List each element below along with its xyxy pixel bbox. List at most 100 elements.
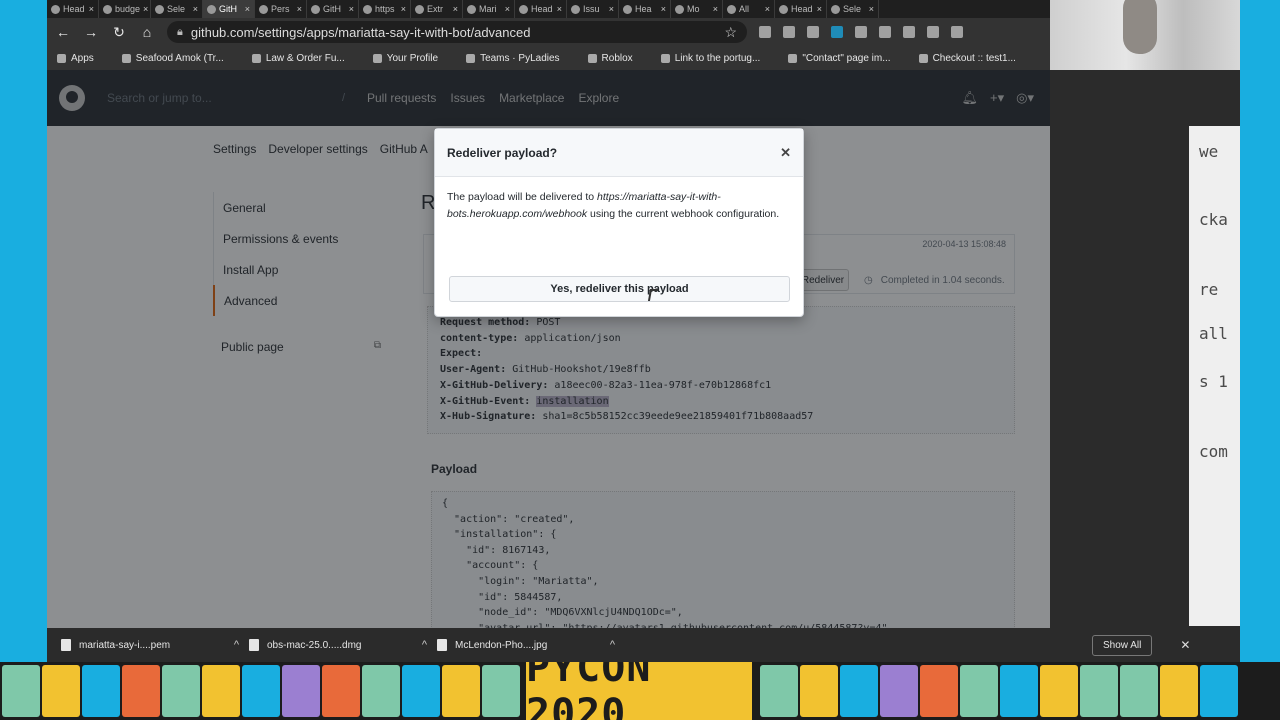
tab-label: https [375, 4, 395, 14]
browser-tab[interactable]: Pers × [255, 0, 307, 18]
bookmark-item[interactable]: Your Profile [372, 53, 438, 64]
close-icon[interactable]: × [349, 4, 354, 14]
download-filename: mariatta-say-i....pem [79, 639, 171, 651]
close-icon[interactable]: × [505, 4, 510, 14]
close-icon[interactable]: × [245, 4, 250, 14]
download-item[interactable]: mariatta-say-i....pem ^ [61, 639, 249, 651]
extension-icon[interactable] [807, 26, 819, 38]
favicon-icon [259, 4, 268, 14]
bookmark-label: "Contact" page im... [802, 52, 891, 64]
close-icon[interactable]: × [609, 4, 614, 14]
close-icon[interactable]: × [297, 4, 302, 14]
close-icon[interactable]: × [193, 4, 198, 14]
close-icon[interactable]: ✕ [1180, 638, 1190, 652]
bookmark-label: Seafood Amok (Tr... [135, 52, 224, 64]
browser-tab[interactable]: GitH × [203, 0, 255, 18]
bookmark-item[interactable]: Teams · PyLadies [466, 53, 560, 64]
browser-tab[interactable]: Head × [515, 0, 567, 18]
extension-icon[interactable] [855, 26, 867, 38]
browser-tab[interactable]: Issu × [567, 0, 619, 18]
browser-tab[interactable]: Hea × [619, 0, 671, 18]
browser-tab[interactable]: All × [723, 0, 775, 18]
favicon-icon [571, 4, 580, 14]
browser-tab[interactable]: Sele × [151, 0, 203, 18]
extension-icon[interactable] [927, 26, 939, 38]
banner-pattern-tile [920, 665, 958, 717]
browser-tab[interactable]: Mo × [671, 0, 723, 18]
extension-icon[interactable] [879, 26, 891, 38]
banner-pattern-tile [202, 665, 240, 717]
extension-icon[interactable] [783, 26, 795, 38]
bookmark-item[interactable]: "Contact" page im... [788, 52, 891, 64]
bookmark-item[interactable]: Seafood Amok (Tr... [121, 52, 224, 64]
close-icon[interactable]: × [817, 4, 822, 14]
close-icon[interactable]: × [143, 4, 148, 14]
download-item[interactable]: obs-mac-25.0.....dmg ^ [249, 639, 437, 651]
favicon-icon [467, 4, 476, 14]
close-icon[interactable]: × [89, 4, 94, 14]
close-icon[interactable]: × [401, 4, 406, 14]
banner-pattern-tile [482, 665, 520, 717]
bookmark-star-icon[interactable]: ☆ [724, 24, 737, 41]
favicon-icon [51, 4, 60, 14]
url-text: github.com/settings/apps/mariatta-say-it… [190, 24, 531, 40]
banner-pattern-tile [840, 665, 878, 717]
tab-label: Sele [843, 4, 862, 14]
extension-icon[interactable] [759, 26, 771, 38]
browser-tab[interactable]: https × [359, 0, 411, 18]
extension-icon[interactable] [903, 26, 915, 38]
browser-tab[interactable]: budge × [99, 0, 151, 18]
browser-tab[interactable]: GitH × [307, 0, 359, 18]
back-icon[interactable]: ← [55, 24, 71, 40]
address-bar[interactable]: 🔒︎ github.com/settings/apps/mariatta-say… [167, 21, 747, 43]
bookmark-item[interactable]: Roblox [587, 52, 633, 64]
browser-tab[interactable]: Head × [775, 0, 827, 18]
dialog-header: Redeliver payload? ✕ [435, 129, 803, 177]
tab-label: Mari [479, 4, 497, 14]
close-icon[interactable]: × [453, 4, 458, 14]
browser-tab[interactable]: Mari × [463, 0, 515, 18]
tab-label: GitH [323, 4, 341, 14]
bookmark-item[interactable]: Link to the portug... [660, 52, 761, 64]
close-icon[interactable]: × [869, 4, 874, 14]
code-fragment: s 1 [1199, 372, 1228, 391]
file-icon [437, 639, 447, 651]
bookmark-label: Roblox [601, 52, 633, 64]
favicon-icon [415, 4, 424, 14]
bookmark-item[interactable]: Law & Order Fu... [251, 53, 345, 64]
extension-icon[interactable] [831, 26, 843, 38]
extension-icon[interactable] [951, 26, 963, 38]
tab-label: Pers [271, 4, 290, 14]
download-item[interactable]: McLendon-Pho....jpg ^ [437, 639, 625, 651]
browser-tab[interactable]: Extr × [411, 0, 463, 18]
code-fragment: we [1199, 142, 1219, 161]
close-icon[interactable]: × [661, 4, 666, 14]
close-icon[interactable]: × [765, 4, 770, 14]
bookmark-label: Link to the portug... [674, 52, 761, 64]
close-icon[interactable]: ✕ [780, 145, 791, 161]
tab-label: GitH [219, 4, 237, 14]
bookmark-label: Checkout :: test1... [932, 52, 1016, 64]
close-icon[interactable]: × [557, 4, 562, 14]
home-icon[interactable]: ⌂ [139, 24, 155, 40]
bookmark-favicon-icon [121, 53, 131, 63]
favicon-icon [675, 4, 684, 14]
banner-pattern-tile [322, 665, 360, 717]
show-all-button[interactable]: Show All [1092, 634, 1153, 656]
downloads-bar: mariatta-say-i....pem ^ obs-mac-25.0....… [47, 628, 1050, 662]
browser-tab[interactable]: Sele × [827, 0, 879, 18]
bookmark-favicon-icon [57, 53, 66, 63]
bookmark-item[interactable]: Checkout :: test1... [918, 52, 1016, 64]
chevron-up-icon[interactable]: ^ [422, 639, 427, 651]
banner-pattern-tile [800, 665, 838, 717]
bookmark-item[interactable]: Apps [57, 53, 94, 64]
close-icon[interactable]: × [713, 4, 718, 14]
forward-icon[interactable]: → [83, 24, 99, 40]
lock-icon: 🔒︎ [177, 25, 183, 38]
banner-pattern-tile [122, 665, 160, 717]
chevron-up-icon[interactable]: ^ [610, 639, 615, 651]
browser-tab[interactable]: Head × [47, 0, 99, 18]
confirm-redeliver-button[interactable]: Yes, redeliver this payload [449, 276, 790, 302]
reload-icon[interactable]: ↻ [111, 24, 127, 41]
chevron-up-icon[interactable]: ^ [234, 639, 239, 651]
